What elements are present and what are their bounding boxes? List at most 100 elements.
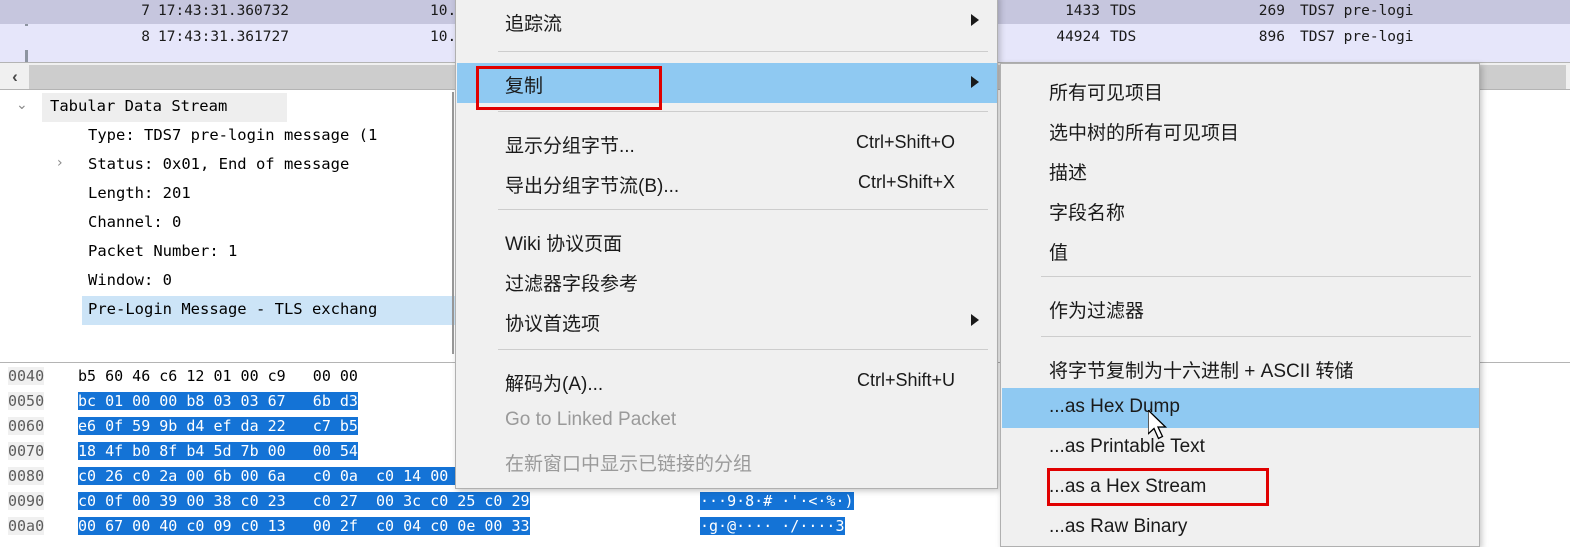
- submenu-item-label: 将字节复制为十六进制 + ASCII 转储: [1049, 361, 1354, 382]
- submenu-item-label: 选中树的所有可见项目: [1049, 123, 1240, 144]
- tree-row-label: Status: 0x01, End of message: [88, 155, 350, 173]
- submenu-item-label: ...as Raw Binary: [1049, 516, 1188, 537]
- menu-item-show-linked-packet-in-new-window: 在新窗口中显示已链接的分组: [457, 441, 997, 481]
- submenu-item-label: ...as Printable Text: [1049, 436, 1205, 457]
- menu-item-wiki-protocol-page[interactable]: Wiki 协议页面: [457, 221, 997, 261]
- tree-row-channel[interactable]: Channel: 0: [0, 209, 470, 238]
- menu-item-go-to-linked-packet: Go to Linked Packet: [457, 401, 997, 441]
- packet-no: 7: [141, 3, 150, 19]
- menu-separator: [498, 51, 988, 52]
- submenu-separator: [1041, 336, 1471, 337]
- menu-item-label: 显示分组字节...: [505, 136, 635, 157]
- submenu-item-value[interactable]: 值: [1002, 230, 1479, 270]
- submenu-item-label: 作为过滤器: [1049, 301, 1145, 322]
- packet-time: 17:43:31.360732: [158, 3, 289, 19]
- submenu-item-label: ...as Hex Dump: [1049, 396, 1180, 417]
- menu-item-label: 在新窗口中显示已链接的分组: [505, 454, 753, 475]
- submenu-item-label: 值: [1049, 243, 1069, 264]
- wireshark-window: 7 17:43:31.360732 10.8 1433 TDS 269 TDS7…: [0, 0, 1570, 547]
- tree-row-label: Type: TDS7 pre-login message (1: [88, 126, 378, 144]
- hex-bytes: c0 0f 00 39 00 38 c0 23 c0 27 00 3c c0 2…: [78, 492, 530, 510]
- tree-row-label: Pre-Login Message - TLS exchang: [88, 300, 378, 318]
- submenu-item-label: 所有可见项目: [1049, 83, 1164, 104]
- submenu-item-all-visible-items[interactable]: 所有可见项目: [1002, 70, 1479, 110]
- chevron-right-icon[interactable]: ›: [57, 155, 63, 171]
- menu-item-label: 协议首选项: [505, 314, 601, 335]
- packet-info: TDS7 pre-logi: [1300, 3, 1414, 19]
- hex-offset: 0080: [8, 467, 45, 485]
- submenu-item-as-hex-dump[interactable]: ...as Hex Dump: [1002, 388, 1479, 428]
- tree-row-status[interactable]: › Status: 0x01, End of message: [0, 151, 470, 180]
- tree-row-label: Window: 0: [88, 271, 172, 289]
- tree-row-tabular-data-stream[interactable]: ⌄ Tabular Data Stream: [0, 93, 470, 122]
- submenu-item-field-name[interactable]: 字段名称: [1002, 190, 1479, 230]
- packet-protocol: TDS: [1110, 3, 1137, 19]
- menu-item-label: Go to Linked Packet: [505, 409, 677, 430]
- hex-offset: 0050: [8, 392, 45, 410]
- hex-offset: 00a0: [8, 517, 45, 535]
- menu-item-follow-stream[interactable]: 追踪流: [457, 1, 997, 41]
- menu-item-label: 过滤器字段参考: [505, 274, 639, 295]
- submenu-item-copy-bytes-as-hex-ascii-dump[interactable]: 将字节复制为十六进制 + ASCII 转储: [1002, 348, 1479, 388]
- menu-item-export-packet-bytes[interactable]: 导出分组字节流(B)... Ctrl+Shift+X: [457, 163, 997, 203]
- submenu-arrow-icon: [971, 314, 979, 326]
- submenu-item-label: 字段名称: [1049, 203, 1126, 224]
- submenu-item-as-a-hex-stream[interactable]: ...as a Hex Stream: [1002, 468, 1479, 508]
- hex-ascii: ···9·8·# ·'·<·%·): [700, 492, 854, 510]
- submenu-item-as-printable-text[interactable]: ...as Printable Text: [1002, 428, 1479, 468]
- packet-length: 269: [1258, 3, 1285, 19]
- packet-detail-pane[interactable]: ⌄ Tabular Data Stream Type: TDS7 pre-log…: [0, 92, 470, 354]
- menu-item-filter-field-reference[interactable]: 过滤器字段参考: [457, 261, 997, 301]
- packet-dest-port: 44924: [1056, 29, 1100, 45]
- menu-item-protocol-preferences[interactable]: 协议首选项: [457, 301, 997, 341]
- tree-row-type[interactable]: Type: TDS7 pre-login message (1: [0, 122, 470, 151]
- packet-info: TDS7 pre-logi: [1300, 29, 1414, 45]
- tree-row-packet-number[interactable]: Packet Number: 1: [0, 238, 470, 267]
- packet-length: 896: [1258, 29, 1285, 45]
- submenu-item-as-raw-binary[interactable]: ...as Raw Binary: [1002, 508, 1479, 547]
- tree-row-length[interactable]: Length: 201: [0, 180, 470, 209]
- tree-row-pre-login-message[interactable]: Pre-Login Message - TLS exchang: [0, 296, 470, 325]
- packet-time: 17:43:31.361727: [158, 29, 289, 45]
- hex-bytes: bc 01 00 00 b8 03 03 67 6b d3: [78, 392, 358, 410]
- hex-offset: 0070: [8, 442, 45, 460]
- tree-row-label: Tabular Data Stream: [50, 97, 228, 115]
- packet-dest-port: 1433: [1065, 3, 1100, 19]
- menu-item-copy[interactable]: 复制: [457, 63, 997, 103]
- tree-row-label: Packet Number: 1: [88, 242, 238, 260]
- packet-protocol: TDS: [1110, 29, 1137, 45]
- hex-offset: 0090: [8, 492, 45, 510]
- context-menu[interactable]: 追踪流 复制 显示分组字节... Ctrl+Shift+O 导出分组字节流(B)…: [455, 0, 998, 489]
- hex-ascii: ·g·@···· ·/····3: [700, 517, 845, 535]
- detail-pane-edge: [452, 92, 454, 354]
- submenu-separator: [1041, 276, 1471, 277]
- hex-offset: 0060: [8, 417, 45, 435]
- hex-offset: 0040: [8, 367, 45, 385]
- menu-item-label: Wiki 协议页面: [505, 234, 623, 255]
- chevron-down-icon[interactable]: ⌄: [16, 97, 28, 113]
- submenu-item-description[interactable]: 描述: [1002, 150, 1479, 190]
- menu-item-label: 导出分组字节流(B)...: [505, 176, 680, 197]
- submenu-arrow-icon: [971, 76, 979, 88]
- menu-item-shortcut: Ctrl+Shift+O: [855, 132, 955, 152]
- submenu-arrow-icon: [971, 14, 979, 26]
- menu-item-decode-as[interactable]: 解码为(A)... Ctrl+Shift+U: [457, 361, 997, 401]
- submenu-item-all-visible-selected-tree-items[interactable]: 选中树的所有可见项目: [1002, 110, 1479, 150]
- scroll-left-arrow-icon[interactable]: ‹: [2, 65, 28, 89]
- menu-separator: [498, 349, 988, 350]
- menu-item-show-packet-bytes[interactable]: 显示分组字节... Ctrl+Shift+O: [457, 123, 997, 163]
- menu-item-label: 解码为(A)...: [505, 374, 604, 395]
- tree-row-label: Channel: 0: [88, 213, 182, 231]
- menu-item-label: 追踪流: [505, 14, 563, 35]
- copy-submenu[interactable]: 所有可见项目 选中树的所有可见项目 描述 字段名称 值 作为过滤器 将字节复制为…: [1000, 63, 1480, 547]
- menu-item-shortcut: Ctrl+Shift+X: [857, 172, 955, 192]
- menu-item-shortcut: Ctrl+Shift+U: [856, 370, 955, 390]
- tree-row-label: Length: 201: [88, 184, 191, 202]
- submenu-item-as-filter[interactable]: 作为过滤器: [1002, 288, 1479, 328]
- hex-bytes: 18 4f b0 8f b4 5d 7b 00 00 54: [78, 442, 358, 460]
- submenu-item-label: ...as a Hex Stream: [1049, 476, 1207, 497]
- submenu-item-label: 描述: [1049, 163, 1088, 184]
- tree-row-window[interactable]: Window: 0: [0, 267, 470, 296]
- hex-bytes: 00 67 00 40 c0 09 c0 13 00 2f c0 04 c0 0…: [78, 517, 530, 535]
- packet-no: 8: [141, 29, 150, 45]
